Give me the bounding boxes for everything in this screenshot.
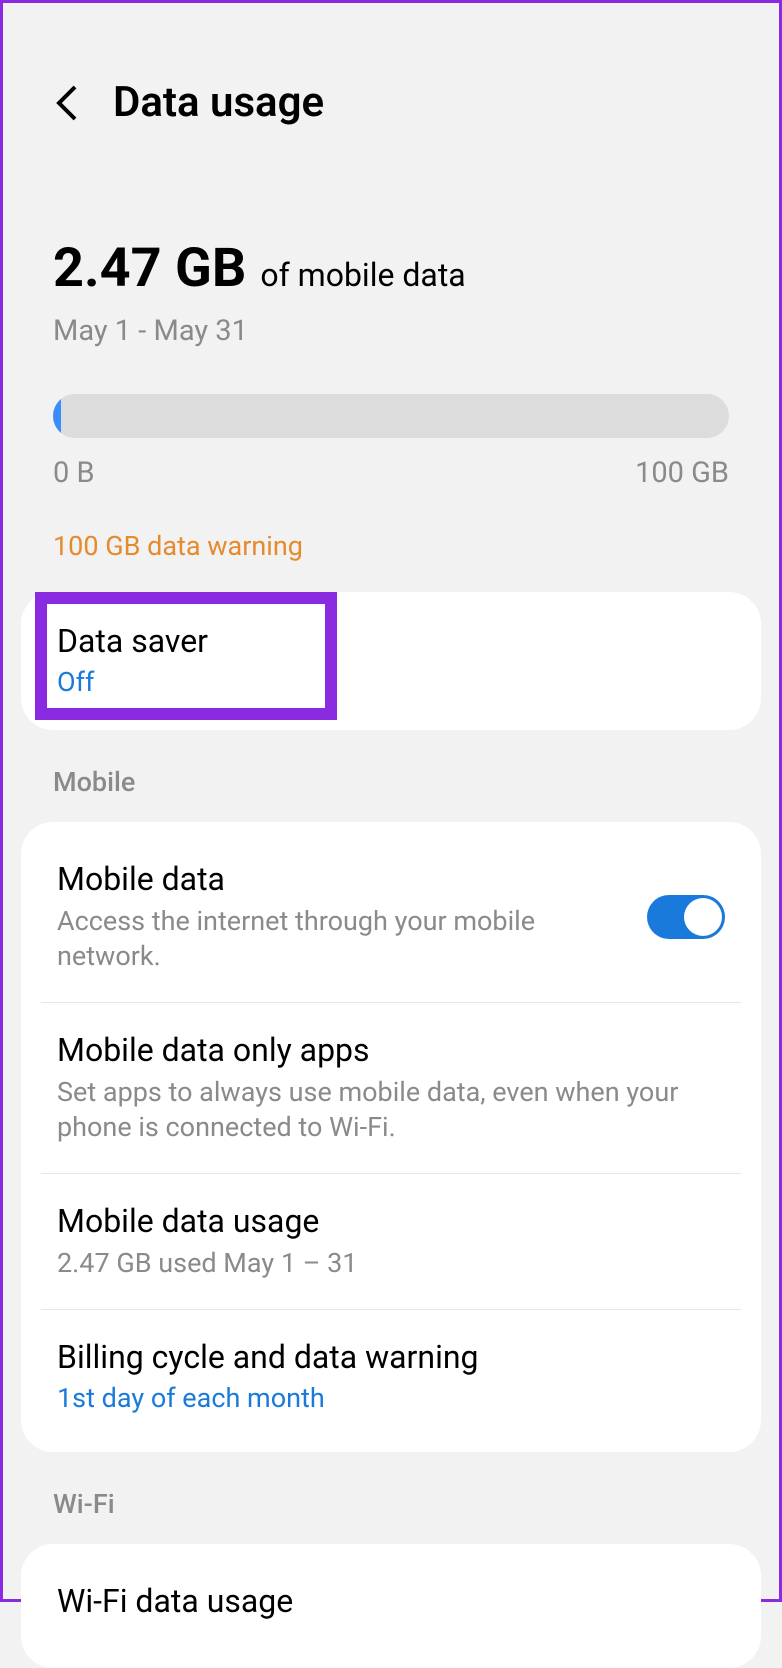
billing-description: 1st day of each month (57, 1382, 725, 1414)
wifi-section-header: Wi-Fi (3, 1452, 779, 1534)
mobile-only-apps-description: Set apps to always use mobile data, even… (57, 1075, 725, 1145)
mobile-data-usage-item[interactable]: Mobile data usage 2.47 GB used May 1 – 3… (21, 1174, 761, 1309)
mobile-data-title: Mobile data (57, 860, 627, 898)
wifi-usage-title: Wi-Fi data usage (57, 1582, 725, 1620)
data-saver-item[interactable]: Data saver Off (21, 592, 761, 730)
usage-amount-row: 2.47 GB of mobile data (53, 237, 729, 300)
highlight-annotation (35, 592, 337, 720)
usage-suffix: of mobile data (260, 256, 465, 294)
mobile-usage-title: Mobile data usage (57, 1202, 725, 1240)
mobile-section-card: Mobile data Access the internet through … (21, 822, 761, 1452)
mobile-data-item[interactable]: Mobile data Access the internet through … (21, 832, 761, 1002)
progress-min-label: 0 B (53, 456, 95, 490)
progress-container: 0 B 100 GB (53, 394, 729, 490)
billing-cycle-item[interactable]: Billing cycle and data warning 1st day o… (21, 1310, 761, 1442)
list-item-text: Mobile data usage 2.47 GB used May 1 – 3… (57, 1202, 725, 1281)
progress-labels: 0 B 100 GB (53, 456, 729, 490)
progress-bar[interactable] (53, 394, 729, 438)
mobile-only-apps-title: Mobile data only apps (57, 1031, 725, 1069)
usage-amount: 2.47 GB (53, 237, 246, 300)
mobile-data-description: Access the internet through your mobile … (57, 904, 627, 974)
progress-fill (53, 394, 61, 438)
wifi-data-usage-item[interactable]: Wi-Fi data usage (21, 1554, 761, 1648)
list-item-text: Mobile data Access the internet through … (57, 860, 627, 974)
header: Data usage (3, 3, 779, 147)
mobile-section-header: Mobile (3, 730, 779, 812)
mobile-usage-description: 2.47 GB used May 1 – 31 (57, 1246, 725, 1281)
list-item-text: Wi-Fi data usage (57, 1582, 725, 1620)
wifi-section-card: Wi-Fi data usage (21, 1544, 761, 1668)
mobile-data-toggle[interactable] (647, 895, 725, 939)
date-range: May 1 - May 31 (53, 314, 729, 348)
data-warning-text: 100 GB data warning (53, 530, 729, 562)
toggle-thumb (684, 898, 722, 936)
back-icon[interactable] (53, 83, 79, 123)
list-item-text: Billing cycle and data warning 1st day o… (57, 1338, 725, 1414)
mobile-data-only-apps-item[interactable]: Mobile data only apps Set apps to always… (21, 1003, 761, 1173)
list-item-text: Mobile data only apps Set apps to always… (57, 1031, 725, 1145)
usage-summary: 2.47 GB of mobile data May 1 - May 31 0 … (3, 147, 779, 562)
page-title: Data usage (113, 78, 324, 127)
billing-title: Billing cycle and data warning (57, 1338, 725, 1376)
progress-max-label: 100 GB (635, 456, 729, 490)
